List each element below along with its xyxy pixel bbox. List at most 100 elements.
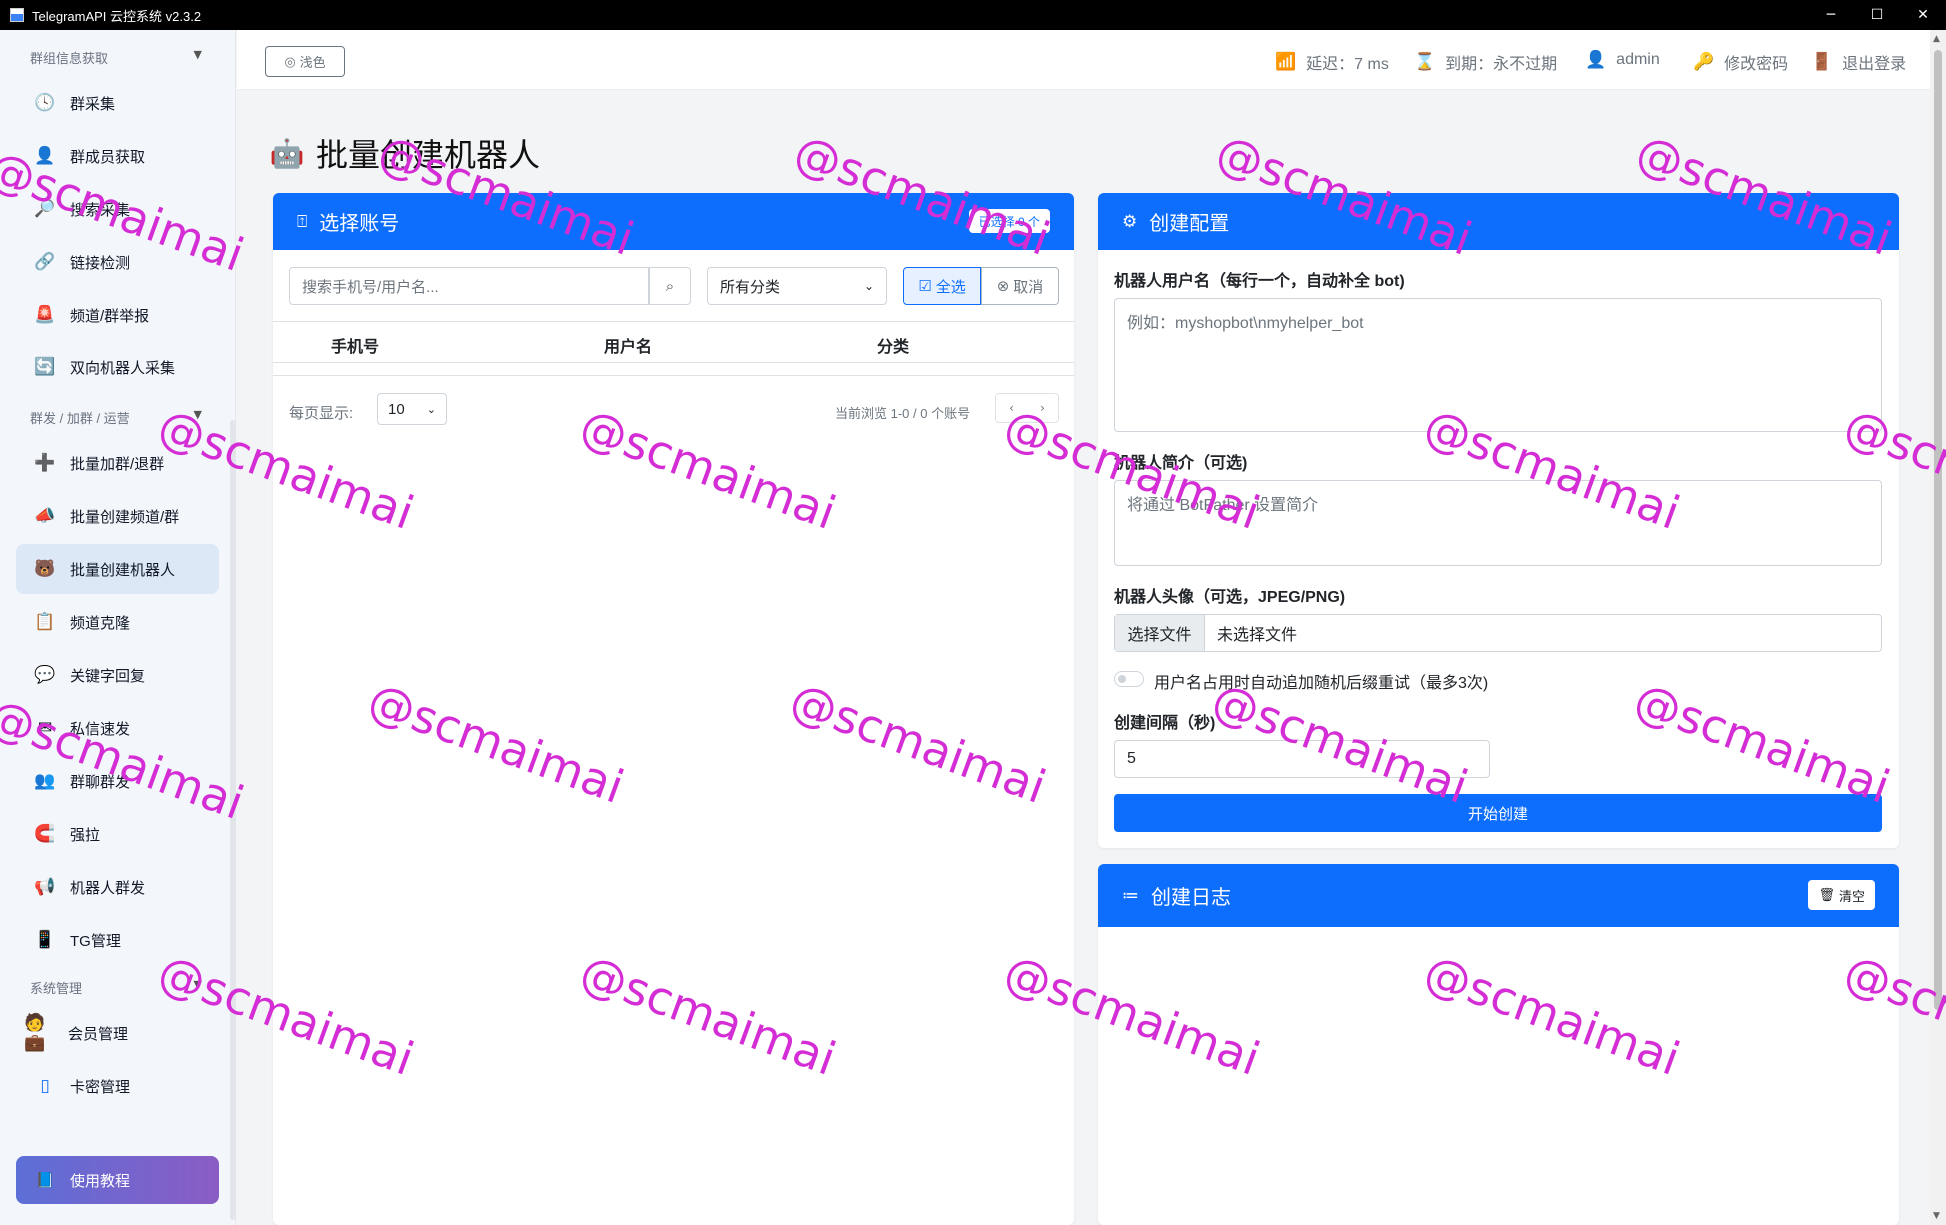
accounts-card: ⍐ 选择账号 已选择 0 个 搜索手机号/用户名... ⌕ 所有分类 ⌄ ☑ 全… <box>273 193 1074 1225</box>
logout-text: 退出登录 <box>1842 56 1907 73</box>
sidebar-item-link-check[interactable]: 🔗 链接检测 <box>16 237 219 287</box>
bot-avatar-file-input[interactable]: 选择文件 未选择文件 <box>1114 614 1882 652</box>
sidebar-item-label: 私信速发 <box>70 720 131 738</box>
sidebar-item-keyword-reply[interactable]: 💬 关键字回复 <box>16 650 219 700</box>
config-card-header: ⚙ 创建配置 <box>1098 193 1899 250</box>
chevron-down-icon: ⌄ <box>426 402 436 416</box>
hourglass-icon: ⌛ <box>1414 52 1436 72</box>
sidebar-item-bot-broadcast[interactable]: 📢 机器人群发 <box>16 862 219 912</box>
latency-text: 延迟：7 ms <box>1306 56 1389 73</box>
tutorial-button[interactable]: 📘 使用教程 <box>16 1156 219 1204</box>
log-card-title: 创建日志 <box>1151 887 1231 909</box>
scrollbar-thumb[interactable] <box>1934 50 1942 1010</box>
sidebar-item-batch-create-channel[interactable]: 📣 批量创建频道/群 <box>16 491 219 541</box>
change-password-text: 修改密码 <box>1724 56 1789 73</box>
column-category[interactable]: 分类 <box>877 333 909 357</box>
group-icon: 👥 <box>34 771 56 791</box>
scroll-down-icon[interactable]: ▼ <box>1933 1211 1940 1221</box>
sidebar-item-batch-join[interactable]: ➕ 批量加群/退群 <box>16 438 219 488</box>
sidebar-item-label: 批量创建频道/群 <box>70 508 180 526</box>
clipboard-icon: 📋 <box>34 612 56 632</box>
section-group-info[interactable]: 群组信息获取 ▼ <box>30 48 202 67</box>
retry-suffix-toggle[interactable] <box>1114 671 1144 687</box>
sidebar-item-card-manage[interactable]: ▯ 卡密管理 <box>16 1061 219 1111</box>
members-icon: 🧑💼 <box>24 1013 46 1053</box>
search-button[interactable]: ⌕ <box>649 267 691 305</box>
start-create-button[interactable]: 开始创建 <box>1114 794 1882 832</box>
sidebar-item-group-collect[interactable]: 🕓 群采集 <box>16 78 219 128</box>
bot-about-label: 机器人简介（可选) <box>1114 455 1248 472</box>
account-search-input[interactable]: 搜索手机号/用户名... <box>289 267 649 305</box>
clear-log-button[interactable]: 🗑 清空 <box>1808 880 1875 910</box>
interval-input[interactable]: 5 <box>1114 740 1490 778</box>
log-card: ≔ 创建日志 🗑 清空 <box>1098 864 1899 1225</box>
choose-file-button[interactable]: 选择文件 <box>1115 615 1205 651</box>
sidebar-item-member-fetch[interactable]: 👤 群成员获取 <box>16 131 219 181</box>
clear-label: 清空 <box>1838 888 1865 904</box>
next-page-button[interactable]: › <box>1027 394 1058 422</box>
sidebar-item-batch-create-bot[interactable]: 🐻 批量创建机器人 <box>16 544 219 594</box>
category-selected-value: 所有分类 <box>720 278 781 296</box>
sidebar-item-label: 关键字回复 <box>70 667 146 685</box>
sidebar-item-label: 机器人群发 <box>70 879 146 897</box>
page-size-label: 每页显示: <box>289 405 354 422</box>
sidebar-item-label: 频道/群举报 <box>70 307 150 325</box>
sidebar-item-label: TG管理 <box>70 932 121 950</box>
sidebar-item-bidirectional-bot[interactable]: 🔄 双向机器人采集 <box>16 342 219 392</box>
sidebar-item-search-collect[interactable]: 🔎 搜索采集 <box>16 184 219 234</box>
sidebar-item-tg-manage[interactable]: 📱 TG管理 <box>16 915 219 965</box>
page-title: 🤖 批量创建机器人 <box>270 130 540 176</box>
sidebar-item-member-manage[interactable]: 🧑💼 会员管理 <box>16 1008 219 1058</box>
select-all-button[interactable]: ☑ 全选 <box>903 267 981 305</box>
section-operations[interactable]: 群发 / 加群 / 运营 ▼ <box>30 408 202 427</box>
page-scrollbar[interactable]: ▲ ▼ <box>1930 30 1946 1225</box>
cancel-selection-button[interactable]: ⊗ 取消 <box>981 267 1059 305</box>
page-size-value: 10 <box>388 400 405 418</box>
sidebar-scrollbar[interactable] <box>230 420 236 1220</box>
window-title: TelegramAPI 云控系统 v2.3.2 <box>32 8 202 24</box>
user-indicator[interactable]: 👤 admin <box>1585 50 1660 70</box>
column-username[interactable]: 用户名 <box>604 333 652 357</box>
pagination: ‹ › <box>995 393 1059 423</box>
sidebar-item-label: 会员管理 <box>68 1025 129 1043</box>
sidebar-item-label: 强拉 <box>70 826 101 844</box>
search-icon: ⌕ <box>665 277 675 295</box>
sidebar-item-dm-send[interactable]: ✉ 私信速发 <box>16 703 219 753</box>
scroll-up-icon[interactable]: ▲ <box>1933 34 1940 44</box>
config-card: ⚙ 创建配置 机器人用户名（每行一个，自动补全 bot) 例如：myshopbo… <box>1098 193 1899 848</box>
table-divider <box>273 375 1074 376</box>
bot-about-textarea[interactable]: 将通过 BotFather 设置简介 <box>1114 480 1882 566</box>
sidebar-item-report[interactable]: 🚨 频道/群举报 <box>16 290 219 340</box>
page-size-select[interactable]: 10 ⌄ <box>377 393 447 425</box>
change-password-link[interactable]: 🔑 修改密码 <box>1693 50 1788 74</box>
column-phone[interactable]: 手机号 <box>331 333 379 357</box>
window-titlebar: TelegramAPI 云控系统 v2.3.2 ─ ☐ ✕ <box>0 0 1946 30</box>
bot-username-textarea[interactable]: 例如：myshopbot\nmyhelper_bot <box>1114 298 1882 432</box>
signal-icon: 📶 <box>1275 52 1297 72</box>
sidebar-item-label: 批量创建机器人 <box>70 561 176 579</box>
sync-icon: 🔄 <box>34 357 56 377</box>
sidebar-item-channel-clone[interactable]: 📋 频道克隆 <box>16 597 219 647</box>
account-icon: ⍐ <box>297 211 308 232</box>
maximize-button[interactable]: ☐ <box>1854 0 1900 30</box>
sidebar-item-force-pull[interactable]: 🧲 强拉 <box>16 809 219 859</box>
sidebar-item-group-broadcast[interactable]: 👥 群聊群发 <box>16 756 219 806</box>
user-icon: 👤 <box>34 146 56 166</box>
section-system[interactable]: 系统管理 ▼ <box>30 978 202 997</box>
section-label: 群发 / 加群 / 运营 <box>30 411 130 426</box>
checkbox-icon: ☑ <box>918 278 932 295</box>
theme-toggle-button[interactable]: ◎ 浅色 <box>265 46 345 77</box>
robot-face-icon: 🐻 <box>34 559 56 579</box>
category-select[interactable]: 所有分类 ⌄ <box>707 267 887 305</box>
prev-page-button[interactable]: ‹ <box>996 394 1027 422</box>
tutorial-label: 使用教程 <box>70 1172 131 1190</box>
logout-link[interactable]: 🚪 退出登录 <box>1811 50 1906 74</box>
sidebar-item-label: 频道克隆 <box>70 614 131 632</box>
topbar: ◎ 浅色 📶 延迟：7 ms ⌛ 到期：永不过期 👤 admin 🔑 修改密码 … <box>237 30 1930 90</box>
close-button[interactable]: ✕ <box>1900 0 1946 30</box>
minimize-button[interactable]: ─ <box>1808 0 1854 30</box>
message-icon: ✉ <box>37 718 53 738</box>
accounts-table-header: 手机号 用户名 分类 <box>273 321 1074 363</box>
interval-label: 创建间隔（秒) <box>1114 715 1216 732</box>
sidebar: 群组信息获取 ▼ 🕓 群采集 👤 群成员获取 🔎 搜索采集 🔗 链接检测 🚨 频… <box>0 30 236 1225</box>
